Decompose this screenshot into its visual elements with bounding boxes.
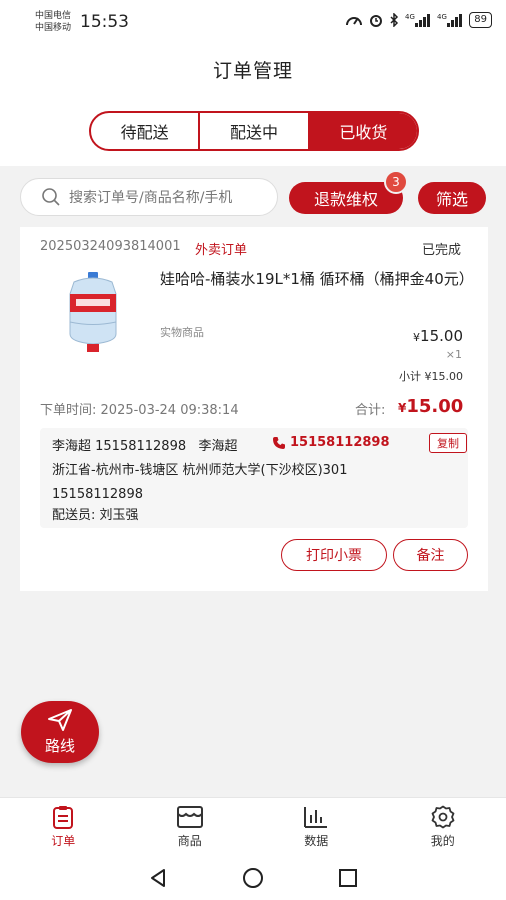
nav-products-label: 商品 — [177, 833, 202, 848]
page-title: 订单管理 — [212, 60, 293, 82]
svg-text:4G: 4G — [437, 13, 447, 21]
contact-info: 李海超 15158112898 李海超 — [52, 439, 238, 454]
order-type: 外卖订单 — [195, 243, 248, 258]
chart-icon — [304, 806, 328, 828]
delivery-address: 浙江省-杭州市-钱塘区 杭州师范大学(下沙校区)301 15158112898 — [52, 459, 452, 507]
contact-phone-link[interactable]: 15158112898 — [272, 435, 390, 450]
remark-button[interactable]: 备注 — [393, 539, 468, 571]
carrier-2: 中国移动 — [35, 23, 72, 33]
total-label: 合计: — [355, 403, 386, 418]
price-currency: ¥ — [413, 331, 421, 344]
system-nav-bar — [0, 855, 506, 900]
signal-icon: 4G — [405, 13, 431, 27]
speed-icon — [346, 17, 363, 26]
send-icon — [48, 709, 72, 731]
phone-icon — [273, 436, 285, 449]
nav-products[interactable]: 商品 — [127, 798, 254, 855]
courier-name: 配送员: 刘玉强 — [52, 508, 139, 523]
product-name: 娃哈哈-桶装水19L*1桶 循环桶（桶押金40元） — [160, 270, 474, 288]
filter-button[interactable]: 筛选 — [418, 182, 486, 214]
order-time-value: 2025-03-24 09:38:14 — [100, 403, 239, 418]
product-quantity: ×1 — [445, 348, 462, 361]
refund-count-badge: 3 — [384, 170, 408, 194]
order-number: 20250324093814001 — [40, 239, 181, 254]
product-image — [69, 272, 117, 352]
alarm-icon — [370, 15, 383, 27]
system-icons: 4G 4G 89 — [345, 12, 492, 28]
nav-data-label: 数据 — [304, 833, 329, 848]
tab-pending[interactable]: 待配送 — [91, 113, 201, 149]
svg-text:4G: 4G — [405, 13, 415, 21]
bottom-nav: 订单 商品 数据 我的 — [0, 797, 506, 855]
tab-delivering[interactable]: 配送中 — [200, 113, 310, 149]
order-status-tabs: 待配送 配送中 已收货 — [89, 111, 419, 151]
status-time: 15:53 — [80, 12, 129, 32]
order-time: 下单时间: 2025-03-24 09:38:14 — [40, 399, 239, 418]
search-input[interactable]: 搜索订单号/商品名称/手机 — [20, 178, 278, 216]
contact-phone: 15158112898 — [290, 435, 390, 450]
product-price: ¥15.00 — [380, 327, 463, 345]
order-time-label: 下单时间: — [40, 403, 97, 418]
bluetooth-icon — [390, 13, 399, 27]
battery-level: 89 — [469, 12, 492, 28]
address-line: 浙江省-杭州市-钱塘区 杭州师范大学(下沙校区)301 — [52, 463, 348, 478]
search-placeholder: 搜索订单号/商品名称/手机 — [69, 190, 233, 206]
order-status: 已完成 — [422, 243, 462, 258]
back-icon[interactable] — [147, 867, 169, 889]
nav-profile[interactable]: 我的 — [380, 798, 506, 855]
copy-button[interactable]: 复制 — [429, 433, 467, 453]
search-icon — [42, 188, 60, 206]
nav-orders[interactable]: 订单 — [0, 798, 127, 855]
nav-profile-label: 我的 — [430, 833, 455, 848]
carrier-1: 中国电信 — [35, 11, 72, 21]
route-label: 路线 — [44, 737, 75, 755]
product-subtotal: 小计 ¥15.00 — [399, 370, 463, 383]
home-icon[interactable] — [242, 867, 264, 889]
product-tag: 实物商品 — [160, 326, 204, 339]
print-receipt-button[interactable]: 打印小票 — [281, 539, 387, 571]
recents-icon[interactable] — [337, 867, 359, 889]
signal-icon-2: 4G — [437, 13, 463, 27]
tab-received[interactable]: 已收货 — [309, 113, 417, 149]
price-value: 15.00 — [420, 327, 463, 345]
total-value: 15.00 — [406, 396, 464, 417]
gear-icon — [431, 805, 455, 828]
route-button[interactable]: 路线 — [21, 701, 99, 763]
order-total: ¥15.00 — [398, 396, 463, 417]
shop-icon — [176, 805, 203, 828]
nav-orders-label: 订单 — [51, 833, 76, 848]
carrier-info: 中国电信 中国移动 — [35, 10, 71, 34]
nav-data[interactable]: 数据 — [253, 798, 380, 855]
order-icon — [53, 805, 74, 829]
